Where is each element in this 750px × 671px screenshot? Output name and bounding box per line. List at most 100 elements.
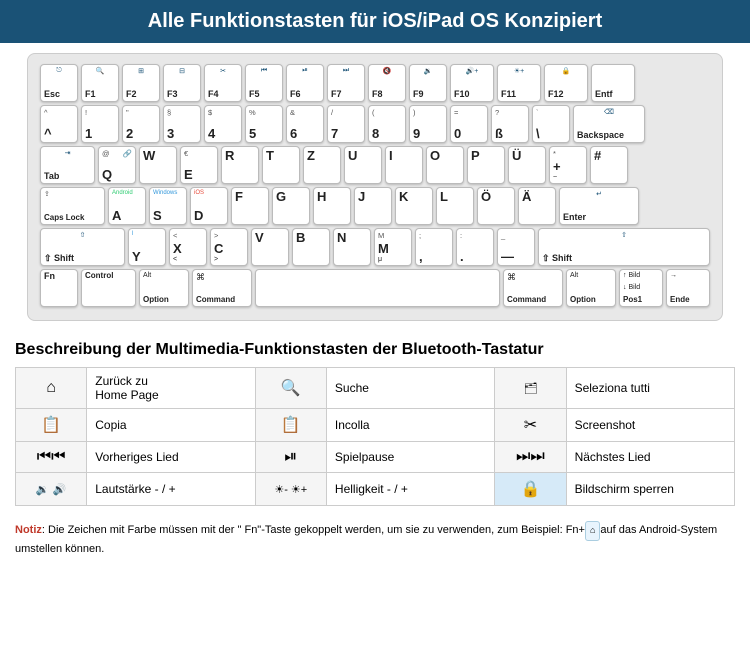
key-ende[interactable]: → Ende xyxy=(666,269,710,307)
key-entf[interactable]: Entf xyxy=(591,64,635,102)
desc-icon-select-all: 🗂 xyxy=(495,368,566,409)
key-n[interactable]: N xyxy=(333,228,371,266)
key-ss[interactable]: ? ß xyxy=(491,105,529,143)
key-5[interactable]: % 5 xyxy=(245,105,283,143)
desc-label-lock: Bildschirm sperren xyxy=(566,473,734,506)
desc-label-next: Nächstes Lied xyxy=(566,442,734,473)
key-f11[interactable]: ☀+ F11 xyxy=(497,64,541,102)
key-t[interactable]: T xyxy=(262,146,300,184)
key-w[interactable]: W xyxy=(139,146,177,184)
key-f6[interactable]: ⏯ F6 xyxy=(286,64,324,102)
key-s[interactable]: Windows S xyxy=(149,187,187,225)
fn-key-row: ⎋ Esc 🔍 F1 ⊞ F2 ⊟ F3 ✂ F4 ⏮ F5 xyxy=(40,64,710,102)
desc-icon-screenshot: ✂ xyxy=(495,409,566,442)
key-f12[interactable]: 🔒 F12 xyxy=(544,64,588,102)
key-c[interactable]: > C > xyxy=(210,228,248,266)
key-oe[interactable]: Ö xyxy=(477,187,515,225)
key-2[interactable]: " 2 xyxy=(122,105,160,143)
key-left-alt[interactable]: Alt Option xyxy=(139,269,189,307)
key-f4[interactable]: ✂ F4 xyxy=(204,64,242,102)
key-f5[interactable]: ⏮ F5 xyxy=(245,64,283,102)
key-d[interactable]: iOS D xyxy=(190,187,228,225)
key-9[interactable]: ) 9 xyxy=(409,105,447,143)
key-fn[interactable]: Fn xyxy=(40,269,78,307)
desc-icon-brightness: ☀- ☀+ xyxy=(255,473,326,506)
key-h[interactable]: H xyxy=(313,187,351,225)
key-8[interactable]: ( 8 xyxy=(368,105,406,143)
key-caps-lock[interactable]: ⇪ Caps Lock xyxy=(40,187,105,225)
key-f7[interactable]: ⏭ F7 xyxy=(327,64,365,102)
key-l[interactable]: L xyxy=(436,187,474,225)
key-i[interactable]: I xyxy=(385,146,423,184)
key-esc[interactable]: ⎋ Esc xyxy=(40,64,78,102)
bottom-row: Fn Control Alt Option ⌘ Command ⌘ Comman… xyxy=(40,269,710,307)
key-plus[interactable]: * + ~ xyxy=(549,146,587,184)
key-dash[interactable]: _ — xyxy=(497,228,535,266)
desc-row-2: 📋 Copia 📋 Incolla ✂ Screenshot xyxy=(16,409,735,442)
key-u[interactable]: U xyxy=(344,146,382,184)
desc-label-brightness: Helligkeit - / + xyxy=(326,473,494,506)
desc-icon-prev: ⏮⏮ xyxy=(16,442,87,473)
key-1[interactable]: ! 1 xyxy=(81,105,119,143)
key-enter[interactable]: ↵ Enter xyxy=(559,187,639,225)
desc-label-prev: Vorheriges Lied xyxy=(87,442,255,473)
key-b[interactable]: B xyxy=(292,228,330,266)
keyboard-section: ⎋ Esc 🔍 F1 ⊞ F2 ⊟ F3 ✂ F4 ⏮ F5 xyxy=(0,43,750,331)
desc-label-screenshot: Screenshot xyxy=(566,409,734,442)
key-q[interactable]: @🔗 Q xyxy=(98,146,136,184)
desc-icon-paste: 📋 xyxy=(255,409,326,442)
key-3[interactable]: § 3 xyxy=(163,105,201,143)
key-o[interactable]: O xyxy=(426,146,464,184)
key-a[interactable]: Android A xyxy=(108,187,146,225)
key-j[interactable]: J xyxy=(354,187,392,225)
key-p[interactable]: P xyxy=(467,146,505,184)
key-hash[interactable]: # xyxy=(590,146,628,184)
key-left-cmd[interactable]: ⌘ Command xyxy=(192,269,252,307)
key-7[interactable]: / 7 xyxy=(327,105,365,143)
key-f[interactable]: F xyxy=(231,187,269,225)
key-f2[interactable]: ⊞ F2 xyxy=(122,64,160,102)
key-m[interactable]: M M μ xyxy=(374,228,412,266)
key-y[interactable]: l Y xyxy=(128,228,166,266)
key-f8[interactable]: 🔇 F8 xyxy=(368,64,406,102)
desc-label-copy: Copia xyxy=(87,409,255,442)
key-z[interactable]: Z xyxy=(303,146,341,184)
desc-label-play: Spielpause xyxy=(326,442,494,473)
desc-row-4: 🔉 🔊 Lautstärke - / + ☀- ☀+ Helligkeit - … xyxy=(16,473,735,506)
key-ue[interactable]: Ü xyxy=(508,146,546,184)
desc-label-volume: Lautstärke - / + xyxy=(87,473,255,506)
key-k[interactable]: K xyxy=(395,187,433,225)
key-f3[interactable]: ⊟ F3 xyxy=(163,64,201,102)
key-tab[interactable]: ⇥ Tab xyxy=(40,146,95,184)
key-x[interactable]: < X < xyxy=(169,228,207,266)
key-v[interactable]: V xyxy=(251,228,289,266)
note-icon: ⌂ xyxy=(585,521,600,541)
key-dot[interactable]: : . xyxy=(456,228,494,266)
desc-label-paste: Incolla xyxy=(326,409,494,442)
key-right-shift[interactable]: ⇧ ⇧ Shift xyxy=(538,228,710,266)
key-0[interactable]: = 0 xyxy=(450,105,488,143)
desc-icon-home: ⌂ xyxy=(16,368,87,409)
key-e[interactable]: € E xyxy=(180,146,218,184)
key-control[interactable]: Control xyxy=(81,269,136,307)
key-4[interactable]: $ 4 xyxy=(204,105,242,143)
key-g[interactable]: G xyxy=(272,187,310,225)
key-caret[interactable]: ^ ^ xyxy=(40,105,78,143)
key-backtick[interactable]: ` \ xyxy=(532,105,570,143)
key-6[interactable]: & 6 xyxy=(286,105,324,143)
key-right-alt[interactable]: Alt Option xyxy=(566,269,616,307)
key-left-shift[interactable]: ⇧ ⇧ Shift xyxy=(40,228,125,266)
key-right-cmd[interactable]: ⌘ Command xyxy=(503,269,563,307)
key-f9[interactable]: 🔉 F9 xyxy=(409,64,447,102)
key-ae[interactable]: Ä xyxy=(518,187,556,225)
key-pos1[interactable]: ↑ Bild ↓ Bild Pos1 xyxy=(619,269,663,307)
key-r[interactable]: R xyxy=(221,146,259,184)
note-label: Notiz xyxy=(15,524,42,536)
key-comma[interactable]: ; , xyxy=(415,228,453,266)
key-f10[interactable]: 🔊+ F10 xyxy=(450,64,494,102)
key-space[interactable] xyxy=(255,269,500,307)
note-text: : Die Zeichen mit Farbe müssen mit der "… xyxy=(42,524,585,536)
key-f1[interactable]: 🔍 F1 xyxy=(81,64,119,102)
desc-label-select-all: Seleziona tutti xyxy=(566,368,734,409)
key-backspace[interactable]: ⌫ Backspace xyxy=(573,105,645,143)
